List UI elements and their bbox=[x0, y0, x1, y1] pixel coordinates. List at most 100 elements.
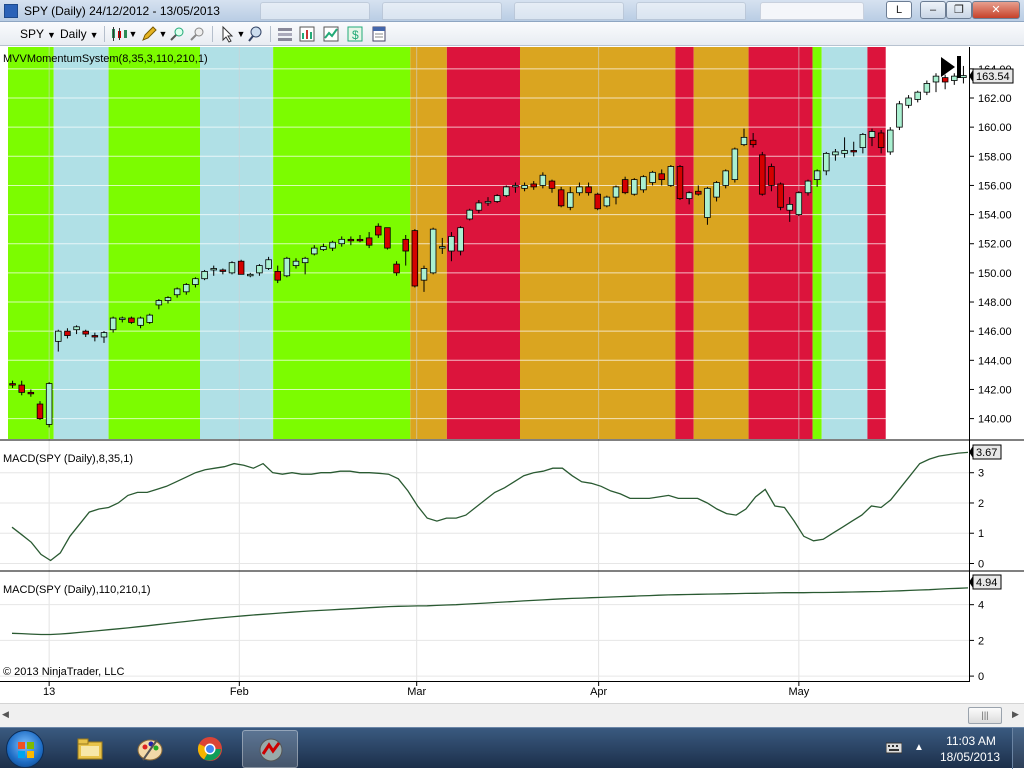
candle-up bbox=[45, 383, 53, 425]
chevron-down-icon[interactable]: ▼ bbox=[128, 25, 138, 43]
instrument-label: SPY bbox=[20, 27, 45, 41]
clock-time[interactable]: 11:03 AM bbox=[940, 734, 1002, 748]
clock-date[interactable]: 18/05/2013 bbox=[934, 750, 1006, 764]
candle-up bbox=[100, 332, 108, 338]
macd-slow-last-value: 4.94 bbox=[976, 577, 997, 589]
candle-up bbox=[713, 182, 720, 198]
candle-down bbox=[82, 330, 89, 335]
candle-down bbox=[676, 166, 684, 199]
candle-up bbox=[521, 185, 528, 189]
candle-down bbox=[128, 317, 135, 323]
taskbar-paint[interactable] bbox=[122, 730, 178, 768]
zoom-in-icon[interactable] bbox=[168, 25, 186, 43]
candle-up bbox=[786, 203, 793, 211]
taskbar-ninjatrader[interactable] bbox=[242, 730, 298, 768]
interval-selector[interactable]: Daily ▼ bbox=[60, 25, 99, 43]
price-indicator-label: MVVMomentumSystem(8,35,3,110,210,1) bbox=[3, 53, 208, 65]
windows-taskbar: ▲ 11:03 AM 18/05/2013 bbox=[0, 727, 1024, 769]
play-marker-icon[interactable] bbox=[941, 57, 955, 77]
macd-slow-indicator-label: MACD(SPY (Daily),110,210,1) bbox=[3, 584, 151, 596]
close-button[interactable]: ✕ bbox=[972, 1, 1020, 19]
ghost-tab[interactable] bbox=[514, 2, 624, 20]
bar-marker-icon bbox=[957, 56, 961, 78]
signal-band-gold bbox=[693, 47, 749, 439]
candle-up bbox=[292, 260, 300, 266]
macd-fast-indicator-label: MACD(SPY (Daily),8,35,1) bbox=[3, 453, 133, 465]
candle-up bbox=[329, 241, 336, 249]
cursor-pointer-icon[interactable] bbox=[218, 25, 236, 43]
data-box-icon[interactable] bbox=[370, 25, 388, 43]
dollar-icon[interactable]: $ bbox=[346, 25, 364, 43]
horizontal-scrollbar[interactable]: ◀ ||| ▶ bbox=[0, 703, 1024, 727]
chevron-down-icon[interactable]: ▼ bbox=[236, 25, 246, 43]
candle-up bbox=[137, 317, 144, 326]
candle-up bbox=[439, 246, 446, 249]
candlestick-style-icon[interactable] bbox=[110, 25, 128, 43]
chart-data-icon[interactable] bbox=[322, 25, 340, 43]
date-tick-label: Feb bbox=[230, 686, 249, 698]
macd-fast-last-value-tag: 3.67 bbox=[969, 444, 1002, 460]
interval-label: Daily bbox=[60, 27, 87, 41]
maximize-button[interactable]: ❐ bbox=[946, 1, 972, 19]
ghost-tab[interactable] bbox=[636, 2, 746, 20]
candle-up bbox=[823, 152, 830, 172]
price-tick-label: 158.00 bbox=[978, 151, 1012, 163]
show-desktop-button[interactable] bbox=[1012, 728, 1024, 769]
candle-down bbox=[64, 330, 71, 336]
instrument-selector[interactable]: SPY ▼ bbox=[20, 25, 56, 43]
candle-down bbox=[393, 263, 400, 274]
magnifier-icon[interactable] bbox=[246, 25, 264, 43]
macd-fast-tick-label: 2 bbox=[978, 498, 984, 510]
ghost-tab[interactable] bbox=[382, 2, 502, 20]
window-title: SPY (Daily) 24/12/2012 - 13/05/2013 bbox=[24, 4, 220, 18]
macd-slow-tick-label: 4 bbox=[978, 600, 984, 612]
window-title-bar[interactable]: SPY (Daily) 24/12/2012 - 13/05/2013 L – … bbox=[0, 0, 1024, 22]
start-button[interactable] bbox=[6, 730, 44, 768]
chart-toolbar: SPY ▼ Daily ▼ ▼ ▼ ▼ $ bbox=[0, 22, 1024, 46]
taskbar-chrome[interactable] bbox=[182, 730, 238, 768]
candle-up bbox=[201, 271, 208, 280]
scroll-thumb[interactable]: ||| bbox=[968, 707, 1002, 724]
candle-up bbox=[667, 166, 675, 186]
properties-icon[interactable] bbox=[276, 25, 294, 43]
signal-band-lightblue bbox=[200, 47, 274, 439]
candle-down bbox=[402, 238, 409, 252]
taskbar-explorer[interactable] bbox=[62, 730, 118, 768]
chevron-down-icon[interactable]: ▼ bbox=[158, 25, 168, 43]
candle-down bbox=[594, 193, 601, 210]
candle-down bbox=[768, 166, 775, 186]
draw-pencil-icon[interactable] bbox=[140, 25, 158, 43]
scroll-left-icon[interactable]: ◀ bbox=[2, 709, 9, 720]
candle-up bbox=[475, 202, 483, 211]
candle-up bbox=[301, 257, 309, 264]
minimize-button[interactable]: – bbox=[920, 1, 946, 19]
candle-up bbox=[804, 180, 812, 194]
candle-up bbox=[256, 265, 263, 274]
macd-fast-panel: 0 1 2 3 bbox=[0, 451, 984, 570]
keyboard-icon[interactable] bbox=[886, 742, 902, 754]
chart-canvas[interactable]: 0 1 2 3 0 2 4 140.00 142.00 144.00 146.00 148.00 1… bbox=[0, 47, 1024, 702]
signal-background-bands bbox=[0, 47, 886, 439]
candle-up bbox=[164, 297, 172, 301]
candle-down bbox=[877, 132, 885, 148]
ghost-tab[interactable] bbox=[260, 2, 370, 20]
macd-fast-tick-label: 3 bbox=[978, 468, 984, 480]
candle-down bbox=[548, 180, 556, 189]
letter-l-button[interactable]: L bbox=[886, 1, 912, 19]
candle-up bbox=[311, 247, 318, 255]
scroll-right-icon[interactable]: ▶ bbox=[1012, 709, 1019, 720]
ghost-tab-active[interactable] bbox=[760, 2, 864, 20]
chevron-down-icon: ▼ bbox=[89, 30, 99, 40]
signal-band-lightblue bbox=[821, 47, 868, 439]
zoom-out-icon[interactable] bbox=[188, 25, 206, 43]
signal-band-green bbox=[108, 47, 200, 439]
strategies-icon[interactable] bbox=[298, 25, 316, 43]
paint-icon bbox=[137, 739, 163, 761]
candle-up bbox=[183, 284, 190, 293]
show-hidden-icons-icon[interactable]: ▲ bbox=[914, 742, 924, 753]
candle-up bbox=[512, 185, 519, 188]
signal-band-crimson bbox=[748, 47, 813, 439]
candle-up bbox=[320, 246, 327, 250]
folder-explorer-icon bbox=[77, 738, 103, 760]
candle-up bbox=[192, 278, 199, 285]
